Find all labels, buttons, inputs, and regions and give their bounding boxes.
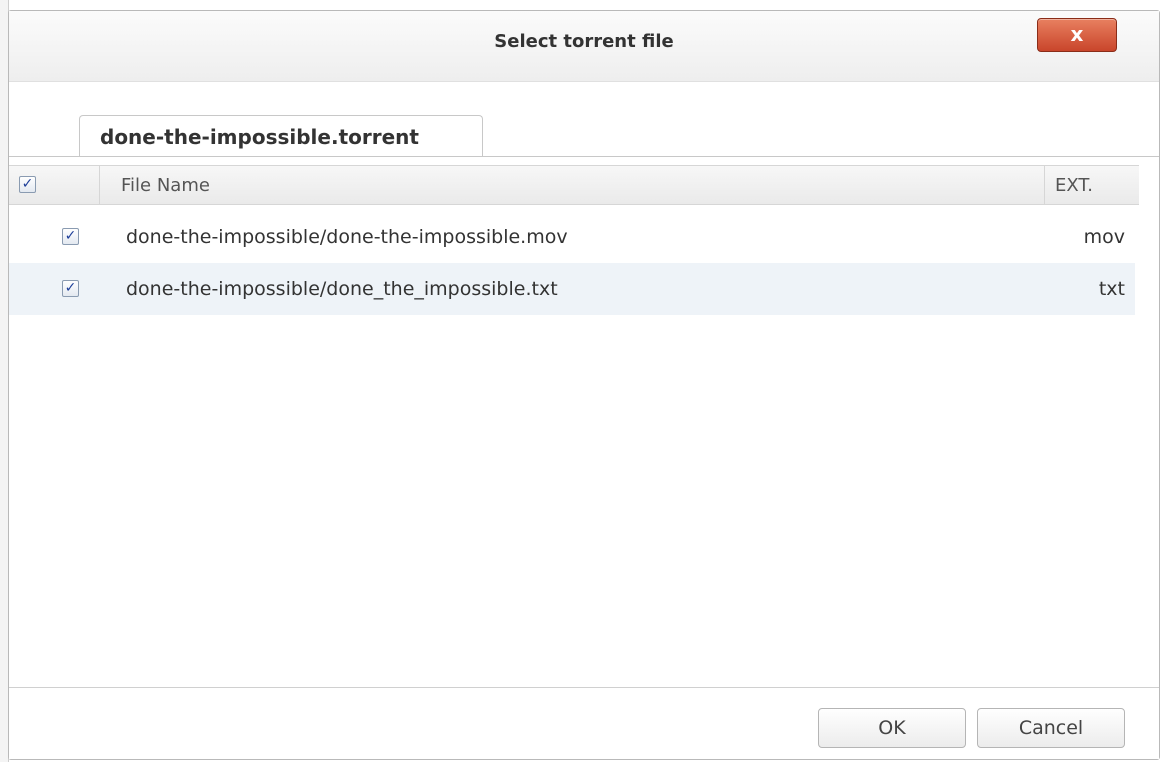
column-header-ext: EXT. <box>1055 175 1093 196</box>
ok-button[interactable]: OK <box>818 708 966 748</box>
row-ext: txt <box>1098 278 1125 300</box>
select-torrent-dialog: Select torrent file x done-the-impossibl… <box>8 10 1160 760</box>
checkbox-checked-icon: ✓ <box>64 280 77 296</box>
row-ext: mov <box>1083 226 1125 248</box>
dialog-title: Select torrent file <box>494 31 674 52</box>
tab-label: done-the-impossible.torrent <box>100 125 419 149</box>
dialog-titlebar: Select torrent file x <box>9 11 1159 82</box>
row-file-name: done-the-impossible/done_the_impossible.… <box>126 278 558 300</box>
header-check-cell: ✓ <box>9 166 100 204</box>
row-checkbox[interactable]: ✓ <box>62 280 79 297</box>
table-row[interactable]: ✓ done-the-impossible/done-the-impossibl… <box>9 211 1135 263</box>
select-all-checkbox[interactable]: ✓ <box>19 176 36 193</box>
dialog-footer: OK Cancel <box>9 687 1159 759</box>
close-icon: x <box>1070 22 1084 46</box>
file-grid: ✓ File Name EXT. ✓ done-the-impossible/d… <box>9 157 1159 687</box>
close-button[interactable]: x <box>1037 18 1117 52</box>
cancel-button[interactable]: Cancel <box>977 708 1125 748</box>
grid-header: ✓ File Name EXT. <box>9 165 1139 205</box>
row-file-name: done-the-impossible/done-the-impossible.… <box>126 226 568 248</box>
row-checkbox[interactable]: ✓ <box>62 228 79 245</box>
column-header-ext-cell[interactable]: EXT. <box>1044 166 1139 204</box>
checkbox-checked-icon: ✓ <box>21 176 34 192</box>
tab-torrent-file[interactable]: done-the-impossible.torrent <box>79 115 483 157</box>
column-header-file-name[interactable]: File Name <box>121 175 210 196</box>
checkbox-checked-icon: ✓ <box>64 228 77 244</box>
table-row[interactable]: ✓ done-the-impossible/done_the_impossibl… <box>9 263 1135 315</box>
